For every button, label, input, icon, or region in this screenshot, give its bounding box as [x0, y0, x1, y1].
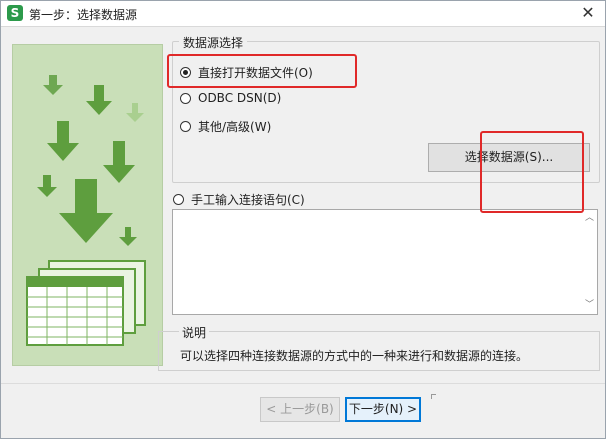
- description-legend: 说明: [179, 324, 210, 341]
- radio-label: 手工输入连接语句(C): [191, 193, 305, 207]
- arrow-down-icon: [119, 227, 137, 246]
- select-data-source-button[interactable]: 选择数据源(S)...: [428, 143, 590, 172]
- arrow-down-icon: [126, 103, 144, 122]
- arrow-down-icon: [43, 75, 63, 95]
- size-grip-icon: [431, 394, 436, 399]
- next-step-button[interactable]: 下一步(N) >: [345, 397, 421, 422]
- spreadsheet-stack-icon: [26, 260, 146, 346]
- data-source-wizard-dialog: S 第一步：选择数据源 ✕ 数据源选择 直接打开数据文件(O) ODBC DSN…: [0, 0, 606, 439]
- app-logo-icon: S: [7, 5, 23, 21]
- arrow-down-icon: [37, 175, 57, 197]
- arrow-down-icon: [86, 85, 112, 115]
- arrow-down-icon: [59, 179, 113, 243]
- radio-manual-connection[interactable]: 手工输入连接语句(C): [173, 191, 305, 208]
- arrow-down-icon: [47, 121, 79, 161]
- radio-open-data-file[interactable]: 直接打开数据文件(O): [180, 64, 313, 81]
- radio-indicator[interactable]: [180, 121, 191, 132]
- scroll-down-icon[interactable]: ﹀: [585, 300, 594, 310]
- prev-step-button[interactable]: < 上一步(B): [260, 397, 340, 422]
- radio-odbc-dsn[interactable]: ODBC DSN(D): [180, 91, 281, 105]
- window-title: 第一步：选择数据源: [29, 8, 138, 22]
- radio-other-advanced[interactable]: 其他/高级(W): [180, 118, 271, 135]
- radio-indicator[interactable]: [173, 194, 184, 205]
- title-bar: S 第一步：选择数据源 ✕: [1, 1, 605, 27]
- textarea-scrollbar[interactable]: ︿ ﹀: [582, 210, 597, 314]
- connection-string-textarea[interactable]: [172, 209, 598, 315]
- radio-label: 直接打开数据文件(O): [198, 66, 313, 80]
- radio-label: ODBC DSN(D): [198, 91, 282, 105]
- footer-divider: [1, 383, 605, 384]
- download-arrows-illustration: [26, 75, 146, 346]
- radio-indicator[interactable]: [180, 67, 191, 78]
- close-button[interactable]: ✕: [575, 3, 601, 23]
- data-source-legend: 数据源选择: [179, 34, 248, 51]
- radio-indicator[interactable]: [180, 92, 191, 104]
- arrow-down-icon: [103, 141, 135, 183]
- scroll-up-icon[interactable]: ︿: [585, 213, 594, 223]
- description-text: 可以选择四种连接数据源的方式中的一种来进行和数据源的连接。: [180, 349, 529, 363]
- wizard-illustration: [12, 44, 163, 366]
- radio-label: 其他/高级(W): [198, 120, 272, 134]
